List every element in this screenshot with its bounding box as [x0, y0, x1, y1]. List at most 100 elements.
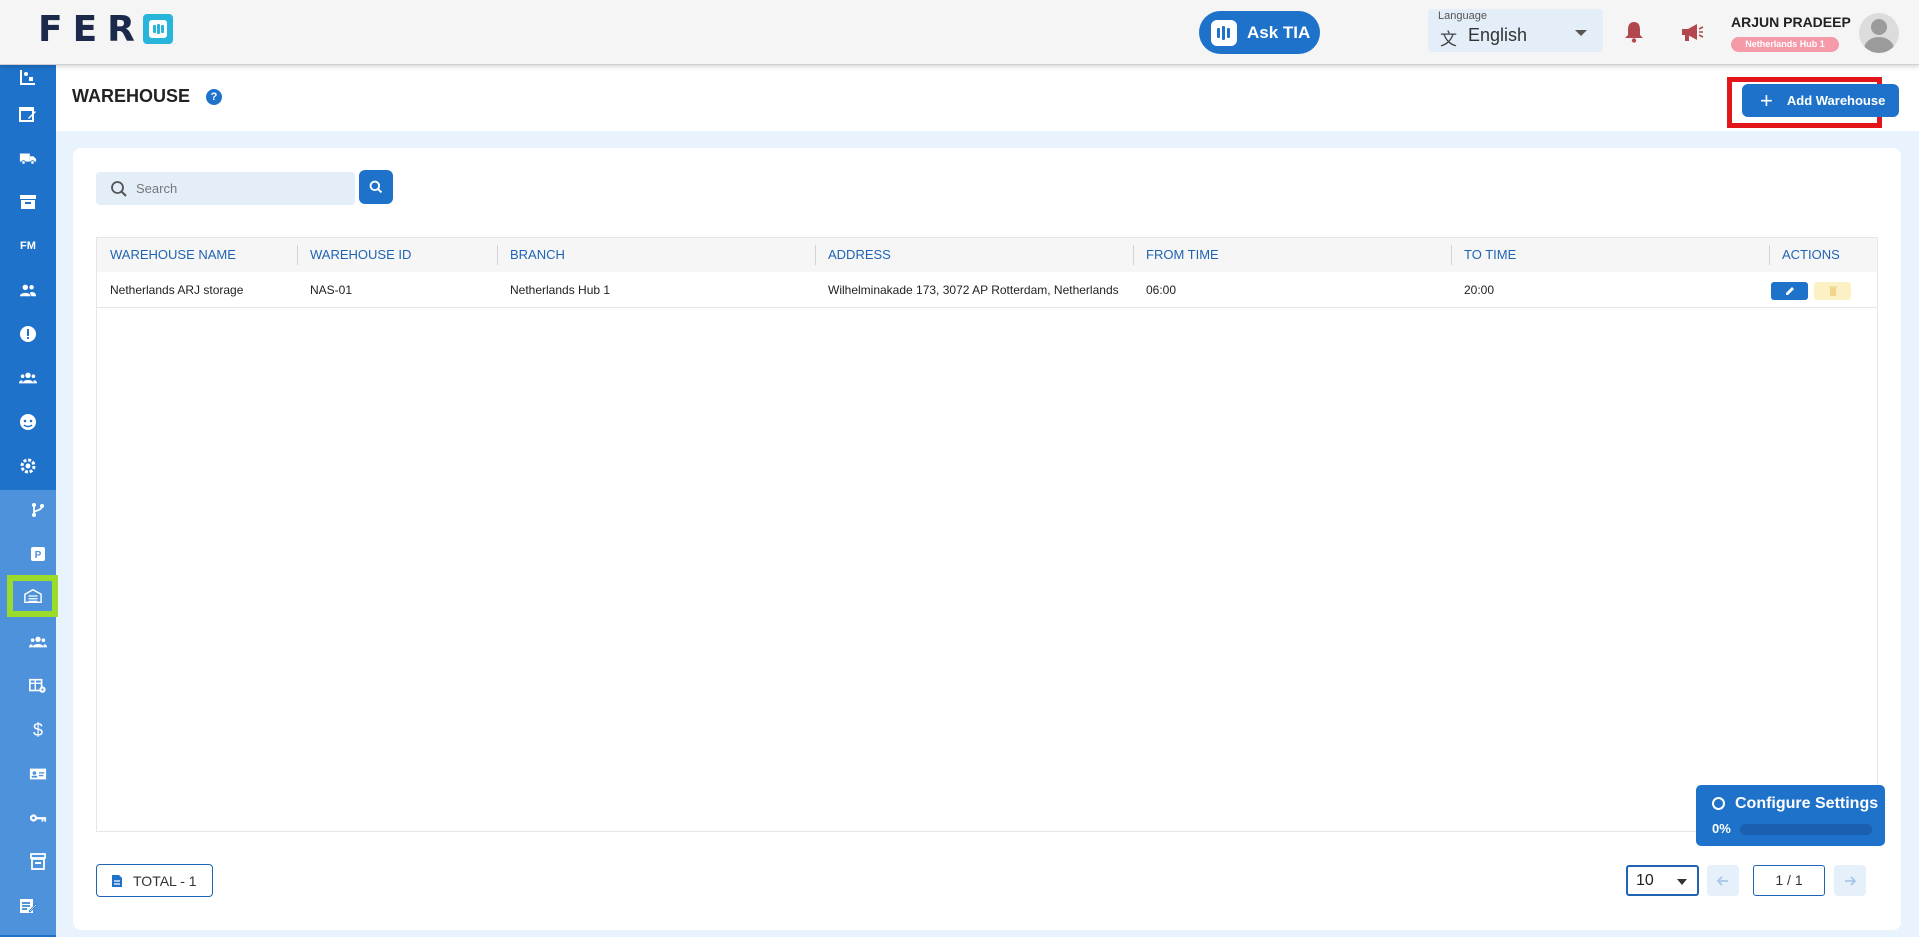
warehouse-icon: [23, 588, 42, 604]
document-icon: [112, 874, 122, 887]
sidebar-item-parking[interactable]: P: [10, 535, 66, 573]
chevron-down-icon: [1575, 30, 1587, 36]
column-header-warehouse-name[interactable]: WAREHOUSE NAME: [97, 238, 297, 272]
ask-tia-button[interactable]: Ask TIA: [1199, 11, 1320, 54]
configure-settings-widget[interactable]: Configure Settings 0%: [1696, 785, 1885, 846]
column-header-to-time[interactable]: TO TIME: [1451, 238, 1769, 272]
content-card: WAREHOUSE NAME WAREHOUSE ID BRANCH ADDRE…: [73, 148, 1901, 930]
cell-from-time: 06:00: [1146, 283, 1177, 297]
table-row[interactable]: Netherlands ARJ storage NAS-01 Netherlan…: [97, 272, 1877, 308]
search-button[interactable]: [359, 170, 393, 204]
team-icon: [29, 636, 47, 648]
cell-address: Wilhelminakade 173, 3072 AP Rotterdam, N…: [828, 283, 1119, 297]
column-header-address[interactable]: ADDRESS: [815, 238, 1133, 272]
plus-icon: +: [1760, 87, 1773, 113]
page-indicator: 1 / 1: [1753, 865, 1825, 896]
sidebar-item-warehouse[interactable]: [7, 575, 58, 617]
language-label: Language: [1438, 10, 1487, 22]
sidebar-item-settings[interactable]: [0, 447, 56, 485]
total-count: TOTAL - 1: [96, 864, 213, 897]
chevron-down-icon: [1677, 879, 1687, 885]
settings-icon: [20, 458, 36, 474]
sidebar-item-table-settings[interactable]: [10, 667, 66, 705]
sidebar-item-store[interactable]: [10, 843, 66, 881]
dashboard-icon: [20, 70, 35, 85]
sidebar-item-team[interactable]: [10, 623, 66, 661]
configure-progress-text: 0%: [1712, 821, 1731, 836]
key-icon: [29, 814, 47, 822]
bell-icon[interactable]: [1624, 21, 1644, 43]
user-name: ARJUN PRADEEP: [1731, 14, 1851, 30]
avatar[interactable]: [1859, 13, 1899, 53]
sidebar-item-calendar[interactable]: [0, 95, 56, 133]
arrow-right-icon: [1845, 875, 1857, 886]
note-edit-icon: [20, 899, 37, 913]
logo-text: FER: [38, 8, 145, 50]
page-size-value: 10: [1636, 872, 1654, 889]
column-header-branch[interactable]: BRANCH: [497, 238, 815, 272]
sidebar-item-customers[interactable]: [0, 403, 56, 441]
sidebar-item-keys[interactable]: [10, 799, 66, 837]
face-icon: [20, 414, 36, 430]
fm-icon: FM: [20, 240, 36, 252]
sidebar-item-inventory[interactable]: [0, 183, 56, 221]
sidebar-item-notes[interactable]: [0, 887, 56, 925]
page-size-select[interactable]: 10: [1626, 865, 1699, 896]
top-bar: FER Ask TIA Language 文 English ARJUN PRA…: [0, 0, 1919, 65]
store-icon: [30, 853, 46, 870]
add-warehouse-label: Add Warehouse: [1786, 93, 1886, 108]
add-warehouse-button[interactable]: + Add Warehouse: [1742, 84, 1899, 117]
warehouse-table: WAREHOUSE NAME WAREHOUSE ID BRANCH ADDRE…: [96, 237, 1878, 832]
configure-settings-title: Configure Settings: [1735, 795, 1879, 812]
users-icon: [19, 284, 37, 297]
sidebar-item-users[interactable]: [0, 271, 56, 309]
parking-icon: P: [31, 547, 45, 561]
table-header: WAREHOUSE NAME WAREHOUSE ID BRANCH ADDRE…: [97, 238, 1877, 272]
arrow-left-icon: [1716, 875, 1728, 886]
sidebar-item-billing[interactable]: $: [10, 711, 66, 749]
column-header-warehouse-id[interactable]: WAREHOUSE ID: [297, 238, 497, 272]
next-page-button[interactable]: [1834, 865, 1866, 896]
column-header-from-time[interactable]: FROM TIME: [1133, 238, 1451, 272]
archive-icon: [20, 195, 36, 209]
language-select[interactable]: Language 文 English: [1428, 9, 1603, 52]
app-logo[interactable]: FER: [38, 9, 173, 50]
tia-icon: [1211, 19, 1237, 46]
branch-icon: [32, 503, 44, 517]
table-settings-icon: [29, 678, 46, 693]
help-icon[interactable]: ?: [206, 89, 222, 105]
sidebar-item-info[interactable]: [0, 315, 56, 353]
pencil-icon: [1785, 287, 1794, 295]
megaphone-icon[interactable]: [1680, 22, 1704, 42]
info-icon: [20, 326, 36, 342]
sidebar-item-id-card[interactable]: [10, 755, 66, 793]
sidebar-item-groups[interactable]: [0, 359, 56, 397]
sidebar-item-routes[interactable]: [10, 491, 66, 529]
search-input[interactable]: [136, 172, 346, 205]
language-value: English: [1468, 25, 1528, 45]
page-title: WAREHOUSE: [72, 86, 191, 106]
logo-mark-icon: [142, 14, 173, 44]
add-warehouse-highlight: + Add Warehouse: [1727, 77, 1899, 128]
delete-button[interactable]: [1814, 282, 1851, 300]
total-label: TOTAL - 1: [133, 872, 197, 889]
ask-tia-label: Ask TIA: [1247, 22, 1311, 42]
previous-page-button[interactable]: [1707, 865, 1739, 896]
sidebar-item-delivery[interactable]: [0, 139, 56, 177]
id-card-icon: [29, 768, 47, 780]
cell-warehouse-id: NAS-01: [310, 283, 353, 297]
user-branch-badge: Netherlands Hub 1: [1731, 37, 1839, 52]
column-header-actions: ACTIONS: [1769, 238, 1879, 272]
cell-warehouse-name: Netherlands ARJ storage: [110, 283, 244, 297]
cell-to-time: 20:00: [1464, 283, 1495, 297]
svg-text:P: P: [35, 550, 42, 561]
search-box: [96, 172, 355, 205]
edit-button[interactable]: [1771, 282, 1808, 300]
trash-icon: [1828, 286, 1837, 296]
sidebar-item-dashboard[interactable]: [0, 65, 56, 89]
truck-icon: [19, 153, 37, 165]
dollar-icon: $: [32, 719, 43, 740]
group-icon: [19, 372, 37, 384]
sidebar-item-fm[interactable]: FM: [0, 227, 56, 265]
circle-icon: [1712, 797, 1725, 810]
